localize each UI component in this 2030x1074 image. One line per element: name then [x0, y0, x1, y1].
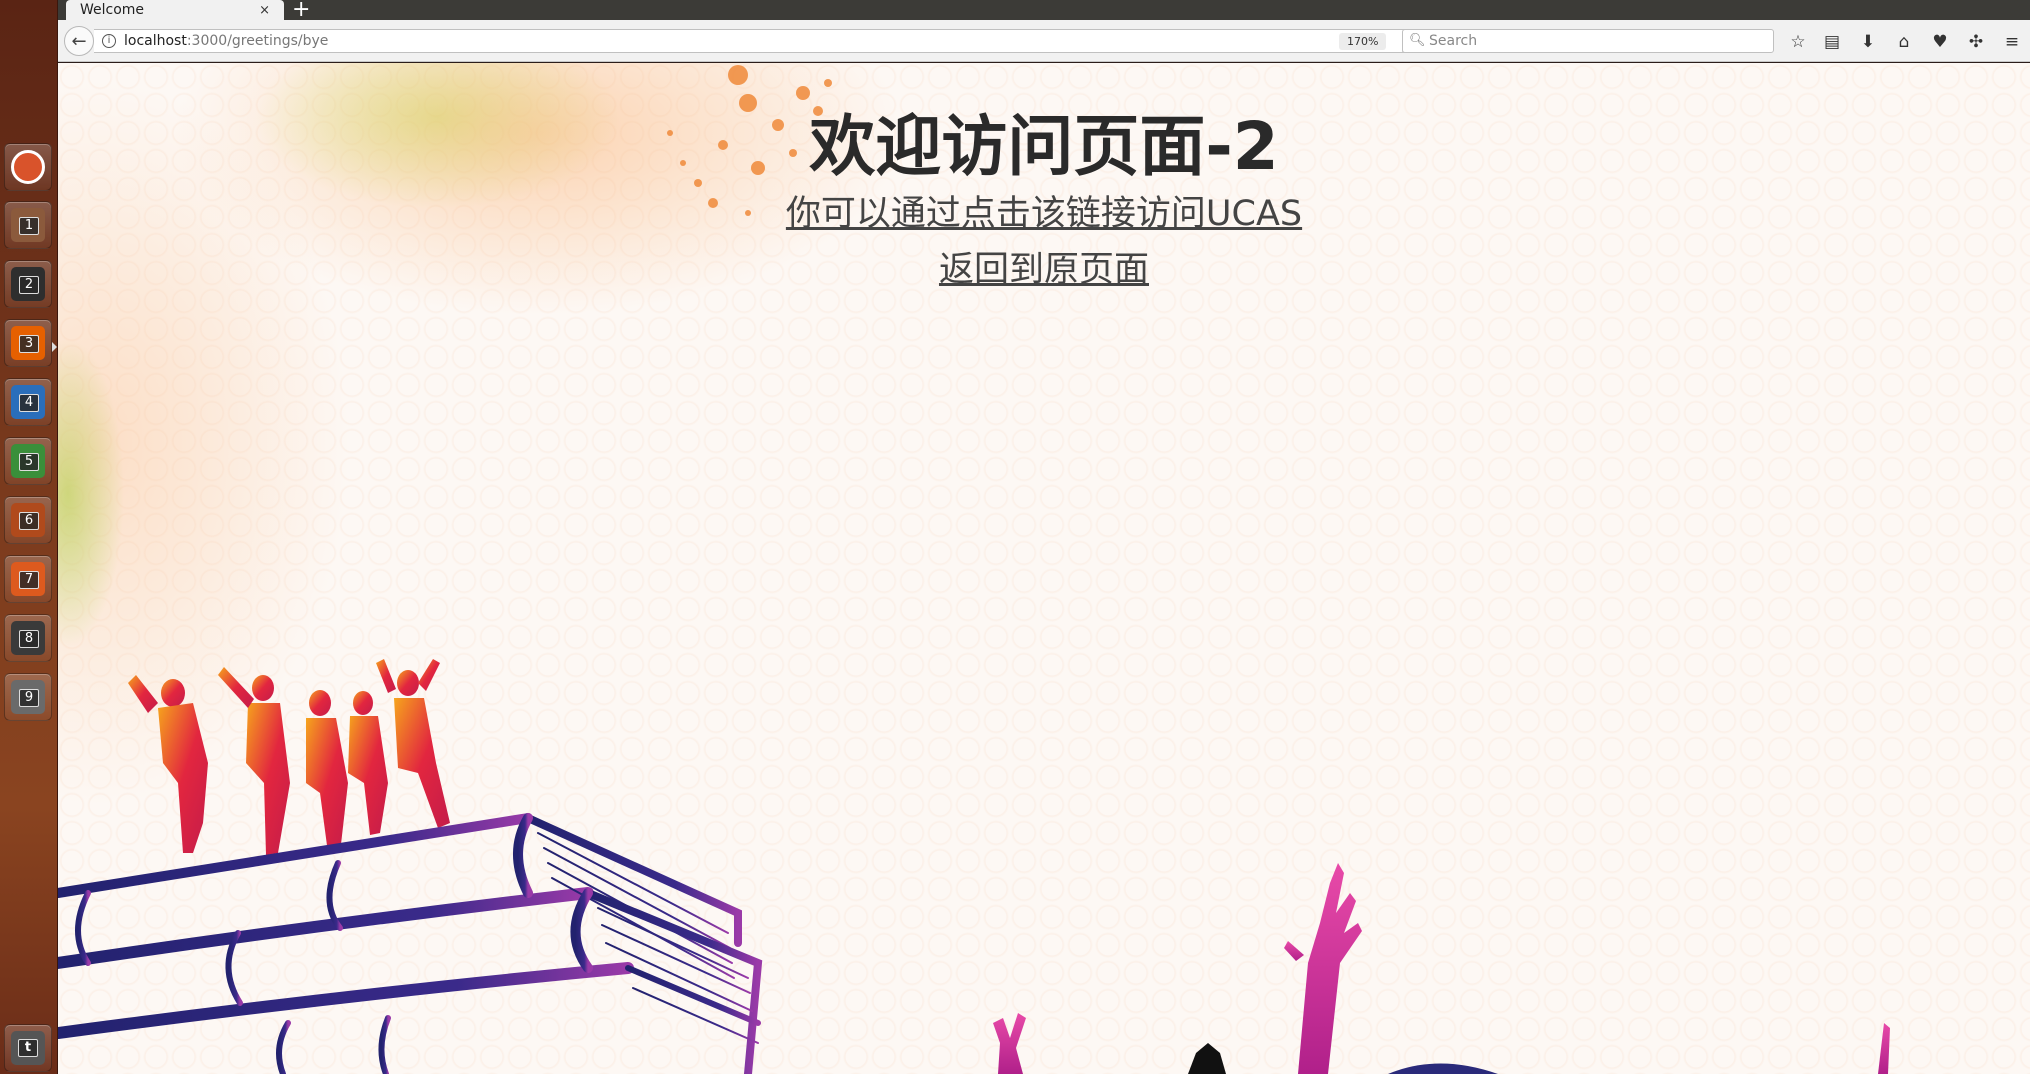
launcher-badge: 8 [19, 630, 39, 648]
launcher-badge: 3 [19, 335, 39, 353]
launcher-badge: 1 [19, 217, 39, 235]
launcher-item-7[interactable]: 7 [4, 555, 52, 603]
back-to-original-link[interactable]: 返回到原页面 [58, 241, 2030, 292]
back-arrow-icon: ← [71, 30, 87, 52]
zoom-indicator[interactable]: 170% [1339, 33, 1387, 50]
launcher-item-9[interactable]: 9 [4, 673, 52, 721]
crowd-dark [1188, 1043, 1498, 1074]
page-title: 欢迎访问页面-2 [809, 108, 1279, 185]
search-bar[interactable]: 🔍︎ [1402, 29, 1774, 53]
launcher-badge: 9 [19, 689, 39, 707]
dancers-silhouette [128, 659, 450, 855]
web-page-content: 欢迎访问页面-2 你可以通过点击该链接访问UCAS 返回到原页面 [58, 63, 2030, 1074]
active-app-indicator [52, 342, 57, 352]
launcher-item-3[interactable]: 3 [4, 319, 52, 367]
trash-icon[interactable]: t [4, 1024, 52, 1072]
launcher-badge: 5 [19, 453, 39, 471]
bookmark-star-icon[interactable]: ☆ [1784, 29, 1812, 55]
trash-label: t [18, 1039, 38, 1057]
home-icon[interactable]: ⌂ [1890, 29, 1918, 55]
search-icon: 🔍︎ [1409, 33, 1426, 48]
launcher-badge: 7 [19, 571, 39, 589]
launcher-badge: 2 [19, 276, 39, 294]
new-tab-button[interactable]: + [292, 0, 310, 22]
tab-welcome[interactable]: Welcome × [66, 0, 284, 20]
ucas-link[interactable]: 你可以通过点击该链接访问UCAS [58, 185, 2030, 236]
book-stack [58, 813, 763, 1074]
url-host: localhost [124, 33, 187, 49]
pocket-icon[interactable]: ♥ [1926, 29, 1954, 55]
download-icon[interactable]: ⬇ [1854, 29, 1882, 55]
url-text[interactable]: localhost:3000/greetings/bye [124, 33, 328, 49]
url-path: :3000/greetings/bye [186, 33, 329, 49]
extension-icon[interactable]: ✣ [1962, 29, 1990, 55]
launcher-item-2[interactable]: 2 [4, 260, 52, 308]
tab-bar: Welcome × + [58, 0, 2030, 22]
launcher-item-8[interactable]: 8 [4, 614, 52, 662]
crowd-hands [993, 863, 1890, 1074]
ubuntu-dash-icon [11, 150, 45, 184]
launcher-item-0[interactable] [4, 143, 52, 191]
launcher-badge: 4 [19, 394, 39, 412]
launcher-item-5[interactable]: 5 [4, 437, 52, 485]
navigation-bar: ← i localhost:3000/greetings/bye 170% ↻ … [58, 20, 2030, 62]
search-input[interactable] [1427, 31, 1767, 51]
menu-icon[interactable]: ≡ [1998, 29, 2026, 55]
close-tab-icon[interactable]: × [259, 3, 270, 18]
unity-launcher: 1 2 3 4 5 6 7 8 9 t [0, 0, 58, 1074]
launcher-badge: 6 [19, 512, 39, 530]
site-info-icon[interactable]: i [102, 34, 116, 48]
tab-title: Welcome [80, 2, 145, 18]
launcher-item-6[interactable]: 6 [4, 496, 52, 544]
launcher-item-1[interactable]: 1 [4, 201, 52, 249]
url-bar[interactable]: i localhost:3000/greetings/bye 170% ↻ [94, 29, 1432, 53]
back-button[interactable]: ← [64, 26, 94, 56]
launcher-item-4[interactable]: 4 [4, 378, 52, 426]
reading-list-icon[interactable]: ▤ [1818, 29, 1846, 55]
